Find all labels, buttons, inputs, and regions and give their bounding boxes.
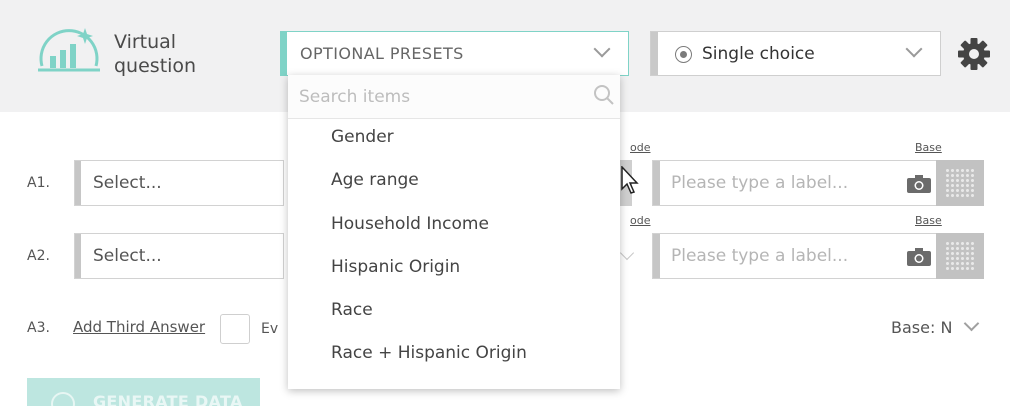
gear-icon[interactable]: [957, 37, 991, 71]
chevron-down-icon[interactable]: [963, 315, 980, 332]
base-link-a1[interactable]: Base: [915, 141, 942, 154]
code-link-a2[interactable]: ode: [630, 214, 650, 227]
search-input[interactable]: Search items: [299, 87, 410, 107]
answer-select-value: Select...: [93, 173, 162, 193]
label-placeholder: Please type a label...: [671, 173, 849, 193]
checkbox[interactable]: [220, 314, 250, 344]
image-upload-button[interactable]: [900, 233, 936, 279]
label-placeholder: Please type a label...: [671, 246, 849, 266]
dropdown-item-household-income[interactable]: Household Income: [331, 214, 489, 234]
generate-icon: [51, 392, 75, 406]
grid-dots-icon: [945, 168, 975, 198]
answer-type-bar: [651, 32, 658, 75]
answer-type-label: Single choice: [702, 44, 815, 64]
image-upload-button[interactable]: [900, 160, 936, 206]
presets-accent-bar: [281, 32, 287, 75]
answer-select-bar: [75, 234, 81, 278]
answer-select-value: Select...: [93, 246, 162, 266]
logo-icon: [38, 28, 100, 72]
presets-label: OPTIONAL PRESETS: [300, 44, 464, 63]
checkbox-label: Ev: [261, 321, 279, 337]
code-link-a1[interactable]: ode: [630, 141, 650, 154]
label-input-bar: [653, 161, 660, 205]
optional-presets-select[interactable]: OPTIONAL PRESETS: [280, 31, 629, 76]
row-label-a1: A1.: [27, 175, 50, 191]
base-select-value[interactable]: Base: N: [891, 318, 952, 337]
generate-label: GENERATE DATA: [93, 392, 243, 406]
grid-button[interactable]: [936, 160, 984, 206]
chevron-down-icon: [593, 40, 611, 58]
generate-data-button[interactable]: GENERATE DATA: [27, 378, 260, 406]
grid-dots-icon: [945, 241, 975, 271]
base-link-a2[interactable]: Base: [915, 214, 942, 227]
dropdown-item-gender[interactable]: Gender: [331, 127, 394, 147]
app-title-line2: question: [114, 55, 197, 77]
add-third-answer-link[interactable]: Add Third Answer: [73, 318, 205, 336]
row-label-a3: A3.: [27, 320, 50, 336]
row-label-a2: A2.: [27, 248, 50, 264]
search-icon: [594, 85, 614, 105]
dropdown-search[interactable]: Search items: [288, 75, 620, 119]
camera-icon: [907, 248, 931, 266]
presets-dropdown-menu: Search items Gender Age range Household …: [288, 75, 620, 389]
chevron-down-icon: [905, 40, 923, 58]
dropdown-item-race[interactable]: Race: [331, 300, 373, 320]
dropdown-item-age-range[interactable]: Age range: [331, 170, 419, 190]
label-input-bar: [653, 234, 660, 278]
label-input-a1[interactable]: Please type a label...: [652, 160, 900, 206]
app-title-line1: Virtual: [114, 31, 177, 53]
dropdown-item-race-hispanic-origin[interactable]: Race + Hispanic Origin: [331, 343, 527, 363]
chevron-down-icon: [619, 245, 635, 261]
answer-select-a2[interactable]: Select...: [74, 233, 284, 279]
answer-type-select[interactable]: Single choice: [650, 31, 941, 76]
dropdown-item-hispanic-origin[interactable]: Hispanic Origin: [331, 257, 460, 277]
radio-icon: [675, 46, 692, 63]
answer-select-bar: [75, 161, 81, 205]
label-input-a2[interactable]: Please type a label...: [652, 233, 900, 279]
grid-button[interactable]: [936, 233, 984, 279]
app-title: Virtual question: [114, 30, 196, 78]
answer-select-a1[interactable]: Select...: [74, 160, 284, 206]
mouse-pointer-icon: [621, 166, 639, 194]
camera-icon: [907, 175, 931, 193]
